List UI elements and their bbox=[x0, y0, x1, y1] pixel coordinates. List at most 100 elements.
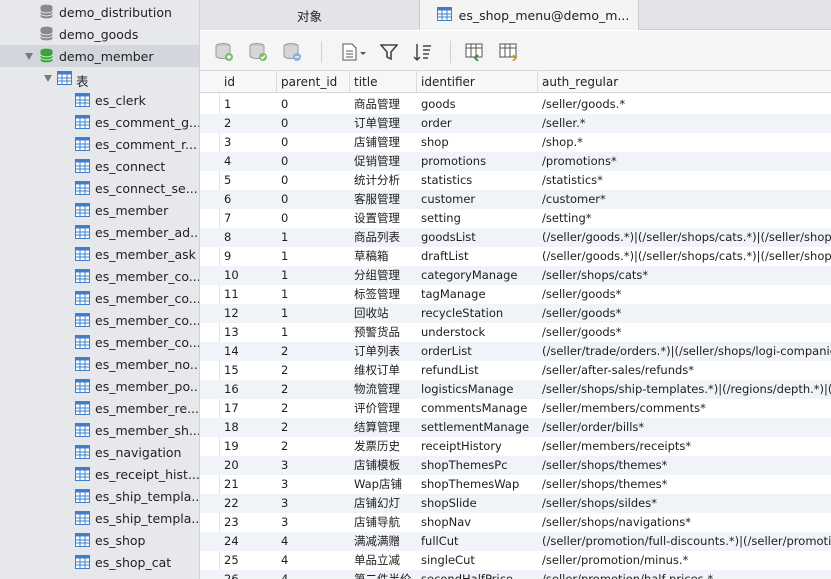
cell-parent-id[interactable]: 2 bbox=[277, 361, 350, 380]
cell-identifier[interactable]: commentsManage bbox=[417, 399, 538, 418]
cell-identifier[interactable]: logisticsManage bbox=[417, 380, 538, 399]
cell-parent-id[interactable]: 2 bbox=[277, 380, 350, 399]
cell-parent-id[interactable]: 1 bbox=[277, 285, 350, 304]
cell-parent-id[interactable]: 0 bbox=[277, 171, 350, 190]
sidebar-item-table[interactable]: es_shop bbox=[0, 529, 199, 551]
column-header-auth-regular[interactable]: auth_regular bbox=[538, 71, 831, 93]
cell-title[interactable]: 结算管理 bbox=[350, 418, 417, 437]
import-icon[interactable] bbox=[464, 41, 486, 63]
cell-title[interactable]: 客服管理 bbox=[350, 190, 417, 209]
table-row[interactable]: 5 0 统计分析 statistics/statistics* bbox=[200, 171, 831, 190]
cell-identifier[interactable]: goodsList bbox=[417, 228, 538, 247]
cell-id[interactable]: 15 bbox=[220, 361, 277, 380]
cell-identifier[interactable]: shop bbox=[417, 133, 538, 152]
cell-auth-regular[interactable]: (/seller/goods.*)|(/seller/shops/cats.*)… bbox=[538, 247, 831, 266]
cell-id[interactable]: 7 bbox=[220, 209, 277, 228]
cell-auth-regular[interactable]: /seller/shops/sildes* bbox=[538, 494, 831, 513]
cell-identifier[interactable]: recycleStation bbox=[417, 304, 538, 323]
sidebar-item-database[interactable]: demo_distribution bbox=[0, 1, 199, 23]
sidebar-item-table[interactable]: es_member_ad... bbox=[0, 221, 199, 243]
cell-id[interactable]: 1 bbox=[220, 95, 277, 114]
cell-title[interactable]: 商品管理 bbox=[350, 95, 417, 114]
cell-identifier[interactable]: statistics bbox=[417, 171, 538, 190]
cell-auth-regular[interactable]: /seller.* bbox=[538, 114, 831, 133]
cell-parent-id[interactable]: 2 bbox=[277, 342, 350, 361]
chevron-down-icon[interactable] bbox=[44, 75, 52, 82]
cell-parent-id[interactable]: 1 bbox=[277, 266, 350, 285]
table-row[interactable]: 6 0 客服管理 customer/customer* bbox=[200, 190, 831, 209]
cell-parent-id[interactable]: 3 bbox=[277, 494, 350, 513]
table-row[interactable]: 20 3 店铺模板 shopThemesPc/seller/shops/themes* bbox=[200, 456, 831, 475]
table-row[interactable]: 11 1 标签管理 tagManage/seller/goods* bbox=[200, 285, 831, 304]
cell-parent-id[interactable]: 1 bbox=[277, 228, 350, 247]
cell-title[interactable]: 满减满赠 bbox=[350, 532, 417, 551]
cell-identifier[interactable]: customer bbox=[417, 190, 538, 209]
cell-title[interactable]: 维权订单 bbox=[350, 361, 417, 380]
cell-auth-regular[interactable]: (/seller/promotion/full-discounts.*)|(/s… bbox=[538, 532, 831, 551]
cell-auth-regular[interactable]: /seller/shops/cats* bbox=[538, 266, 831, 285]
cell-id[interactable]: 11 bbox=[220, 285, 277, 304]
sidebar-item-folder[interactable]: 表 bbox=[0, 67, 199, 89]
cell-parent-id[interactable]: 3 bbox=[277, 456, 350, 475]
sidebar-item-table[interactable]: es_member_co... bbox=[0, 287, 199, 309]
cell-auth-regular[interactable]: /seller/goods* bbox=[538, 304, 831, 323]
cell-id[interactable]: 8 bbox=[220, 228, 277, 247]
sidebar-item-table[interactable]: es_shop_cat bbox=[0, 551, 199, 573]
cell-id[interactable]: 24 bbox=[220, 532, 277, 551]
cell-parent-id[interactable]: 1 bbox=[277, 247, 350, 266]
column-header-id[interactable]: id bbox=[220, 71, 277, 93]
cell-auth-regular[interactable]: /promotions* bbox=[538, 152, 831, 171]
cell-auth-regular[interactable]: /seller/goods* bbox=[538, 323, 831, 342]
cell-id[interactable]: 5 bbox=[220, 171, 277, 190]
cell-parent-id[interactable]: 2 bbox=[277, 399, 350, 418]
cell-id[interactable]: 3 bbox=[220, 133, 277, 152]
cell-id[interactable]: 19 bbox=[220, 437, 277, 456]
cell-parent-id[interactable]: 0 bbox=[277, 133, 350, 152]
cell-title[interactable]: 第二件半价 bbox=[350, 570, 417, 579]
filter-icon[interactable] bbox=[378, 41, 400, 63]
table-row[interactable]: 23 3 店铺导航 shopNav/seller/shops/navigations* bbox=[200, 513, 831, 532]
sidebar-item-table[interactable]: es_comment_g... bbox=[0, 111, 199, 133]
cell-id[interactable]: 25 bbox=[220, 551, 277, 570]
add-record-icon[interactable] bbox=[213, 41, 235, 63]
column-header-title[interactable]: title bbox=[350, 71, 417, 93]
sidebar-item-table[interactable]: es_connect bbox=[0, 155, 199, 177]
cell-identifier[interactable]: categoryManage bbox=[417, 266, 538, 285]
cell-id[interactable]: 14 bbox=[220, 342, 277, 361]
sidebar-item-table[interactable]: es_navigation bbox=[0, 441, 199, 463]
cell-id[interactable]: 13 bbox=[220, 323, 277, 342]
cell-auth-regular[interactable]: /seller/shops/ship-templates.*)|(/region… bbox=[538, 380, 831, 399]
cell-auth-regular[interactable]: /seller/goods.* bbox=[538, 95, 831, 114]
tab-objects[interactable]: 对象 bbox=[200, 0, 420, 30]
cell-identifier[interactable]: singleCut bbox=[417, 551, 538, 570]
cell-id[interactable]: 4 bbox=[220, 152, 277, 171]
cell-auth-regular[interactable]: /seller/shops/themes* bbox=[538, 475, 831, 494]
sidebar-item-table[interactable]: es_member_ask bbox=[0, 243, 199, 265]
cell-id[interactable]: 2 bbox=[220, 114, 277, 133]
sidebar-item-table[interactable]: es_member_po... bbox=[0, 375, 199, 397]
sidebar-item-table[interactable]: es_member bbox=[0, 199, 199, 221]
data-grid[interactable]: id parent_id title identifier auth_regular 1… bbox=[200, 71, 831, 579]
cell-title[interactable]: 促销管理 bbox=[350, 152, 417, 171]
cell-identifier[interactable]: receiptHistory bbox=[417, 437, 538, 456]
cell-title[interactable]: 店铺管理 bbox=[350, 133, 417, 152]
cell-parent-id[interactable]: 0 bbox=[277, 209, 350, 228]
cell-parent-id[interactable]: 3 bbox=[277, 475, 350, 494]
cell-title[interactable]: 店铺模板 bbox=[350, 456, 417, 475]
chevron-down-icon[interactable] bbox=[25, 53, 33, 60]
cell-id[interactable]: 21 bbox=[220, 475, 277, 494]
cell-identifier[interactable]: understock bbox=[417, 323, 538, 342]
cell-id[interactable]: 17 bbox=[220, 399, 277, 418]
cell-id[interactable]: 12 bbox=[220, 304, 277, 323]
cell-identifier[interactable]: refundList bbox=[417, 361, 538, 380]
tab-es-shop-menu[interactable]: es_shop_menu@demo_m... bbox=[420, 0, 639, 30]
cell-title[interactable]: 商品列表 bbox=[350, 228, 417, 247]
table-row[interactable]: 1 0 商品管理 goods/seller/goods.* bbox=[200, 95, 831, 114]
cell-parent-id[interactable]: 2 bbox=[277, 437, 350, 456]
table-row[interactable]: 7 0 设置管理 setting/setting* bbox=[200, 209, 831, 228]
cell-identifier[interactable]: setting bbox=[417, 209, 538, 228]
table-row[interactable]: 22 3 店铺幻灯 shopSlide/seller/shops/sildes* bbox=[200, 494, 831, 513]
table-row[interactable]: 16 2 物流管理 logisticsManage/seller/shops/ship… bbox=[200, 380, 831, 399]
sidebar-item-table[interactable]: es_ship_templa... bbox=[0, 507, 199, 529]
cell-identifier[interactable]: goods bbox=[417, 95, 538, 114]
